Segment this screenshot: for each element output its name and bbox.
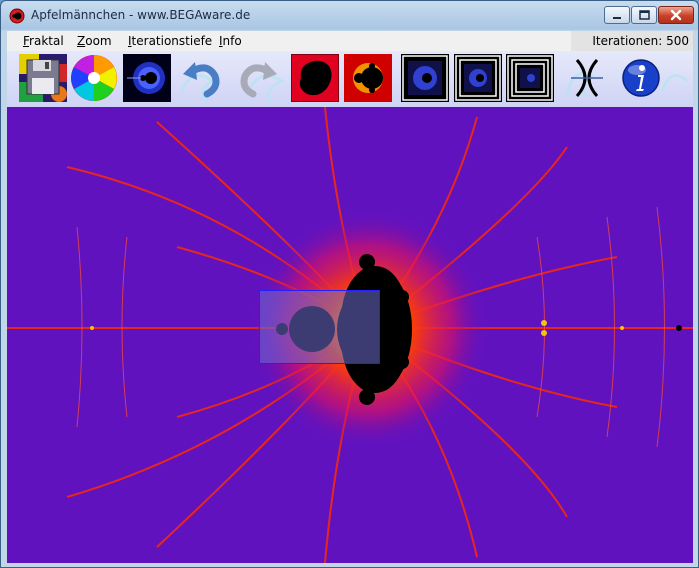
zoom-frame-2-icon[interactable] xyxy=(454,54,502,102)
menu-zoom[interactable]: Zoom xyxy=(77,34,112,48)
app-window: Apfelmännchen - www.BEGAware.de Fraktal … xyxy=(0,0,699,568)
mandelbrot-preview-icon[interactable] xyxy=(123,54,171,102)
close-icon xyxy=(670,9,682,21)
title-bar[interactable]: Apfelmännchen - www.BEGAware.de xyxy=(1,1,698,30)
menu-fraktal[interactable]: Fraktal xyxy=(23,34,64,48)
close-button[interactable] xyxy=(658,6,694,24)
mandelbrot-red-icon[interactable] xyxy=(344,54,392,102)
info-icon[interactable] xyxy=(617,54,665,102)
menu-iterationstiefe[interactable]: Iterationstiefe xyxy=(128,34,212,48)
menu-bar: Fraktal Zoom Iterationstiefe Info Iterat… xyxy=(7,31,693,51)
save-icon[interactable] xyxy=(19,54,67,102)
julia-dark-icon[interactable] xyxy=(291,54,339,102)
redo-icon[interactable] xyxy=(235,54,283,102)
zoom-frame-1-icon[interactable] xyxy=(401,54,449,102)
maximize-icon xyxy=(639,10,650,20)
status-iterations: Iterationen: 500 xyxy=(571,31,693,51)
zoom-frame-3-icon[interactable] xyxy=(506,54,554,102)
minimize-icon xyxy=(613,17,621,19)
undo-icon[interactable] xyxy=(177,54,225,102)
fractal-symbol-icon[interactable] xyxy=(563,54,611,102)
window-bottom-border xyxy=(1,563,698,567)
app-icon xyxy=(9,8,25,24)
zoom-selection-rectangle[interactable] xyxy=(259,290,380,364)
menu-info[interactable]: Info xyxy=(219,34,242,48)
iterations-label: Iterationen: 500 xyxy=(592,34,689,48)
window-title: Apfelmännchen - www.BEGAware.de xyxy=(31,8,251,22)
color-wheel-icon[interactable] xyxy=(70,54,118,102)
maximize-button[interactable] xyxy=(631,6,657,24)
minimize-button[interactable] xyxy=(604,6,630,24)
toolbar xyxy=(7,51,693,107)
